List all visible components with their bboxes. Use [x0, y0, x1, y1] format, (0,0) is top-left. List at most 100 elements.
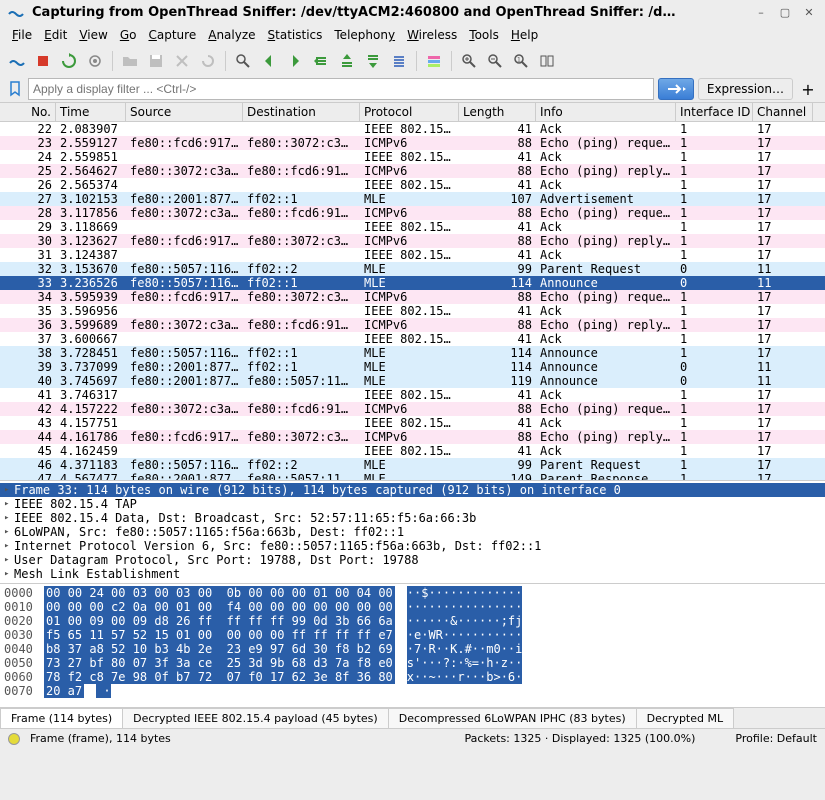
packet-row[interactable]: 383.728451fe80::5057:116…ff02::1MLE114An…: [0, 346, 825, 360]
packet-row[interactable]: 313.124387IEEE 802.15.441Ack117: [0, 248, 825, 262]
hex-row[interactable]: 005073 27 bf 80 07 3f 3a ce 25 3d 9b 68 …: [4, 656, 821, 670]
open-file-button[interactable]: [119, 50, 141, 72]
restart-capture-button[interactable]: [58, 50, 80, 72]
packet-row[interactable]: 363.599689fe80::3072:c3a…fe80::fcd6:91…I…: [0, 318, 825, 332]
packet-row[interactable]: 474.567477fe80::2001:877…fe80::5057:11…M…: [0, 472, 825, 480]
detail-tree-item[interactable]: ▸User Datagram Protocol, Src Port: 19788…: [0, 553, 825, 567]
hex-row[interactable]: 0040b8 37 a8 52 10 b3 4b 2e 23 e9 97 6d …: [4, 642, 821, 656]
bytes-tab-6lowpan[interactable]: Decompressed 6LoWPAN IPHC (83 bytes): [388, 708, 637, 728]
packet-row[interactable]: 454.162459IEEE 802.15.441Ack117: [0, 444, 825, 458]
packet-row[interactable]: 444.161786fe80::fcd6:917…fe80::3072:c3…I…: [0, 430, 825, 444]
packet-row[interactable]: 222.083907IEEE 802.15.441Ack117: [0, 122, 825, 136]
maximize-button[interactable]: ▢: [777, 4, 793, 20]
reload-button[interactable]: [197, 50, 219, 72]
packet-row[interactable]: 464.371183fe80::5057:116…ff02::2MLE99Par…: [0, 458, 825, 472]
packet-row[interactable]: 434.157751IEEE 802.15.441Ack117: [0, 416, 825, 430]
bytes-tab-frame[interactable]: Frame (114 bytes): [0, 708, 123, 728]
detail-tree-item[interactable]: ▸Frame 33: 114 bytes on wire (912 bits),…: [0, 483, 825, 497]
menu-wireless[interactable]: Wireless: [403, 26, 461, 44]
expand-icon[interactable]: ▸: [4, 485, 14, 495]
capture-options-button[interactable]: [84, 50, 106, 72]
col-time[interactable]: Time: [56, 103, 126, 121]
bytes-tab-decrypted[interactable]: Decrypted IEEE 802.15.4 payload (45 byte…: [122, 708, 389, 728]
packet-row[interactable]: 242.559851IEEE 802.15.441Ack117: [0, 150, 825, 164]
expand-icon[interactable]: ▸: [4, 527, 14, 537]
packet-details-pane[interactable]: ▸Frame 33: 114 bytes on wire (912 bits),…: [0, 480, 825, 583]
hex-row[interactable]: 000000 00 24 00 03 00 03 00 0b 00 00 00 …: [4, 586, 821, 600]
packet-row[interactable]: 393.737099fe80::2001:877…ff02::1MLE114An…: [0, 360, 825, 374]
expression-button[interactable]: Expression…: [698, 78, 793, 100]
auto-scroll-button[interactable]: [388, 50, 410, 72]
packet-row[interactable]: 273.102153fe80::2001:877…ff02::1MLE107Ad…: [0, 192, 825, 206]
detail-tree-item[interactable]: ▸Internet Protocol Version 6, Src: fe80:…: [0, 539, 825, 553]
filter-apply-button[interactable]: [658, 78, 694, 100]
menu-statistics[interactable]: Statistics: [264, 26, 327, 44]
colorize-button[interactable]: [423, 50, 445, 72]
detail-tree-item[interactable]: ▸IEEE 802.15.4 TAP: [0, 497, 825, 511]
menu-analyze[interactable]: Analyze: [204, 26, 259, 44]
bytes-tab-ml[interactable]: Decrypted ML: [636, 708, 734, 728]
resize-columns-button[interactable]: [536, 50, 558, 72]
col-destination[interactable]: Destination: [243, 103, 360, 121]
packet-row[interactable]: 283.117856fe80::3072:c3a…fe80::fcd6:91…I…: [0, 206, 825, 220]
packet-row[interactable]: 252.564627fe80::3072:c3a…fe80::fcd6:91…I…: [0, 164, 825, 178]
col-interface[interactable]: Interface ID: [676, 103, 753, 121]
packet-row[interactable]: 353.596956IEEE 802.15.441Ack117: [0, 304, 825, 318]
packet-row[interactable]: 293.118669IEEE 802.15.441Ack117: [0, 220, 825, 234]
status-profile[interactable]: Profile: Default: [735, 732, 817, 745]
menu-telephony[interactable]: Telephony: [330, 26, 399, 44]
menu-file[interactable]: File: [8, 26, 36, 44]
go-forward-button[interactable]: [284, 50, 306, 72]
col-source[interactable]: Source: [126, 103, 243, 121]
menu-edit[interactable]: Edit: [40, 26, 71, 44]
packet-row[interactable]: 262.565374IEEE 802.15.441Ack117: [0, 178, 825, 192]
packet-rows[interactable]: 222.083907IEEE 802.15.441Ack117232.55912…: [0, 122, 825, 480]
close-file-button[interactable]: [171, 50, 193, 72]
packet-row[interactable]: 232.559127fe80::fcd6:917…fe80::3072:c3…I…: [0, 136, 825, 150]
expand-icon[interactable]: ▸: [4, 569, 14, 579]
col-no[interactable]: No.: [0, 103, 56, 121]
expand-icon[interactable]: ▸: [4, 555, 14, 565]
go-to-packet-button[interactable]: [310, 50, 332, 72]
col-info[interactable]: Info: [536, 103, 676, 121]
find-packet-button[interactable]: [232, 50, 254, 72]
col-protocol[interactable]: Protocol: [360, 103, 459, 121]
expand-icon[interactable]: ▸: [4, 541, 14, 551]
hex-row[interactable]: 002001 00 09 00 09 d8 26 ff ff ff ff 99 …: [4, 614, 821, 628]
zoom-out-button[interactable]: [484, 50, 506, 72]
menu-capture[interactable]: Capture: [144, 26, 200, 44]
filter-bookmark-icon[interactable]: [6, 78, 24, 100]
go-back-button[interactable]: [258, 50, 280, 72]
packet-row[interactable]: 303.123627fe80::fcd6:917…fe80::3072:c3…I…: [0, 234, 825, 248]
go-first-button[interactable]: [336, 50, 358, 72]
go-last-button[interactable]: [362, 50, 384, 72]
menu-tools[interactable]: Tools: [465, 26, 503, 44]
close-button[interactable]: ✕: [801, 4, 817, 20]
hex-row[interactable]: 006078 f2 c8 7e 98 0f b7 72 07 f0 17 62 …: [4, 670, 821, 684]
detail-tree-item[interactable]: ▸IEEE 802.15.4 Data, Dst: Broadcast, Src…: [0, 511, 825, 525]
expand-icon[interactable]: ▸: [4, 499, 14, 509]
packet-row[interactable]: 333.236526fe80::5057:116…ff02::1MLE114An…: [0, 276, 825, 290]
expert-info-icon[interactable]: [8, 733, 20, 745]
zoom-in-button[interactable]: [458, 50, 480, 72]
col-channel[interactable]: Channel: [753, 103, 813, 121]
col-length[interactable]: Length: [459, 103, 536, 121]
add-filter-button[interactable]: +: [797, 78, 819, 100]
minimize-button[interactable]: –: [753, 4, 769, 20]
hex-row[interactable]: 001000 00 00 c2 0a 00 01 00 f4 00 00 00 …: [4, 600, 821, 614]
packet-row[interactable]: 403.745697fe80::2001:877…fe80::5057:11…M…: [0, 374, 825, 388]
start-capture-button[interactable]: [6, 50, 28, 72]
save-file-button[interactable]: [145, 50, 167, 72]
packet-bytes-pane[interactable]: 000000 00 24 00 03 00 03 00 0b 00 00 00 …: [0, 583, 825, 707]
packet-row[interactable]: 413.746317IEEE 802.15.441Ack117: [0, 388, 825, 402]
hex-row[interactable]: 007020 a7 ·: [4, 684, 821, 698]
menu-go[interactable]: Go: [116, 26, 141, 44]
packet-row[interactable]: 424.157222fe80::3072:c3a…fe80::fcd6:91…I…: [0, 402, 825, 416]
menu-help[interactable]: Help: [507, 26, 542, 44]
menu-view[interactable]: View: [75, 26, 111, 44]
stop-capture-button[interactable]: [32, 50, 54, 72]
packet-row[interactable]: 343.595939fe80::fcd6:917…fe80::3072:c3…I…: [0, 290, 825, 304]
detail-tree-item[interactable]: ▸6LoWPAN, Src: fe80::5057:1165:f56a:663b…: [0, 525, 825, 539]
expand-icon[interactable]: ▸: [4, 513, 14, 523]
detail-tree-item[interactable]: ▸Mesh Link Establishment: [0, 567, 825, 581]
